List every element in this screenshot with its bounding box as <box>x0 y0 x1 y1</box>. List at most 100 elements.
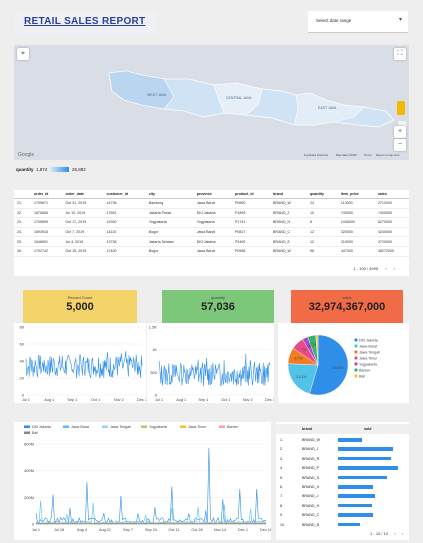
x-tick-label: Nov 2 <box>243 398 253 402</box>
table-cell: 12 <box>307 227 338 238</box>
table-cell: 4240000 <box>374 227 409 238</box>
brand-rank: 4. <box>280 466 283 471</box>
table-row[interactable]: 23. 1705699 Oct 17, 2019 12930 Yogyakarta Yog… <box>14 217 409 228</box>
scorecard-value: 32,974,367,000 <box>308 301 386 313</box>
x-tick-label: Dec 18 <box>260 528 271 532</box>
geo-map[interactable]: WEST JAVA CENTRAL JAVA EAST JAVA Google … <box>14 45 409 160</box>
table-row[interactable]: 25. 1646991 Jul 4, 2019 13738 Jakarta Selata… <box>14 236 409 247</box>
col-sold[interactable]: sold <box>364 427 371 431</box>
table-cell: 13738 <box>103 236 146 247</box>
table-cell: P0958 <box>232 246 270 257</box>
quantity-line-svg: 1.5K 1K 500 0Jul 1 Aug 1 Sep 1 Oct 1 Nov 2 Dec 3 <box>149 325 275 403</box>
chevron-left-icon[interactable]: ‹ <box>385 266 386 271</box>
table-cell: Oct 15, 2019 <box>62 246 104 257</box>
table-cell: 96 <box>307 246 338 257</box>
brand-name: BRAND_P <box>302 466 319 471</box>
table-cell: Jawa Barat <box>193 227 232 238</box>
brand-name: BRAND_H <box>302 485 320 489</box>
col-customer-id[interactable]: customer_id <box>103 190 146 199</box>
table-cell: Oct 7, 2019 <box>62 227 104 238</box>
x-tick-label: Nov 14 <box>214 528 226 532</box>
table-cell: Bandung <box>145 198 194 209</box>
col-province[interactable]: province <box>193 190 232 199</box>
record-count-line-chart[interactable]: 80 60 40 20 0 Jul 1 Aug 1 Sep 1 Oct 1 Nov 2 Dec 3 <box>14 323 147 403</box>
col-sales[interactable]: sales <box>374 190 409 199</box>
col-quantity[interactable]: quantity <box>307 190 338 199</box>
y-tick-label: 0 <box>155 393 158 398</box>
chevron-right-icon[interactable]: › <box>394 266 395 271</box>
x-tick-label: Dec 3 <box>137 398 146 402</box>
table-cell: 12 <box>307 236 338 247</box>
zoom-out-icon[interactable]: − <box>394 139 406 151</box>
y-tick-label: 1K <box>152 347 157 352</box>
table-cell: Jawa Barat <box>193 246 232 257</box>
col-product-id[interactable]: product_id <box>232 190 270 199</box>
pie-slice-label: 54.6% <box>333 366 344 370</box>
map-attribution-shortcuts[interactable]: Keyboard shortcuts <box>304 153 329 157</box>
table-row[interactable]: 10. BRAND_B <box>276 520 409 530</box>
brand-name: BRAND_J <box>302 447 319 452</box>
table-cell: 1694916 <box>30 227 63 238</box>
chevron-right-icon[interactable]: › <box>402 531 403 536</box>
legend-label: Banten <box>359 368 370 372</box>
legend-swatch <box>354 344 358 348</box>
table-cell: Jul 10, 2019 <box>62 208 104 219</box>
col-brand[interactable]: brand <box>302 427 312 431</box>
scorecard-caption: Record Count <box>67 295 93 300</box>
chevron-left-icon[interactable]: ‹ <box>394 531 395 536</box>
brand-name: BRAND_R <box>302 456 320 461</box>
table-cell: 1705699 <box>30 217 63 228</box>
col-brand[interactable]: brand <box>269 190 308 199</box>
y-tick-label: 20 <box>20 376 25 381</box>
sold-bar <box>338 447 394 451</box>
table-cell: 1709671 <box>30 198 63 209</box>
map-color-legend: quantity 1,874 26,882 <box>14 164 114 176</box>
col-item-price[interactable]: item_price <box>337 190 375 199</box>
date-range-label: Select date range <box>316 18 352 23</box>
table-row[interactable]: 24. 1694916 Oct 7, 2019 14110 Bogor Jawa Bara… <box>14 227 409 238</box>
orders-table: order_id order_date customer_id city pro… <box>14 190 409 257</box>
col-city[interactable]: city <box>145 190 194 199</box>
map-attribution-report[interactable]: Report a map error <box>376 153 400 157</box>
x-tick-label: Aug 21 <box>99 528 111 532</box>
series-line <box>25 351 143 379</box>
street-view-icon[interactable] <box>397 101 405 115</box>
pie-slice-label: 7% <box>301 348 307 352</box>
table-cell: P2409 <box>232 236 270 247</box>
brand-name: BRAND_S <box>302 475 319 480</box>
x-tick-label: Dec 1 <box>238 528 248 532</box>
province-pie-chart[interactable]: 54.6% 21.1% 8.7% 7% 3% 7.2% DKI Jakarta Jawa Ba… <box>278 323 409 403</box>
table-row[interactable]: 26. 1702742 Oct 15, 2019 17430 Bogor Jawa Bar… <box>14 246 409 257</box>
map-select-icon[interactable]: ⌖ <box>17 48 29 60</box>
table-cell: DKI Jakarta <box>193 208 232 219</box>
legend-swatch <box>354 356 358 360</box>
brand-name: BRAND_J <box>302 494 319 499</box>
java-map-svg: WEST JAVA CENTRAL JAVA EAST JAVA Google … <box>14 45 409 160</box>
province-pie-svg: 54.6%21.1%8.7%7%3%7.2%DKI JakartaJawa Ba… <box>287 334 380 396</box>
series-line <box>158 353 271 388</box>
table-cell: 1702742 <box>30 246 63 257</box>
brand-rank: 9. <box>280 513 283 518</box>
table-cell: 1670806 <box>30 208 63 219</box>
col-order-date[interactable]: order_date <box>62 190 104 199</box>
col-order-id[interactable]: order_id <box>30 190 63 199</box>
table-cell: 38272000 <box>374 246 409 257</box>
date-range-select[interactable]: Select date range ▾ <box>308 11 408 33</box>
x-tick-label: Jul 1 <box>32 528 40 532</box>
table-cell: 1646991 <box>30 236 63 247</box>
y-tick-label: 0 <box>32 522 35 527</box>
table-cell: Jakarta Selatan <box>145 236 194 247</box>
legend-label: Yogyakarta <box>149 425 167 429</box>
map-attribution-terms[interactable]: Terms <box>364 153 372 157</box>
quantity-line-chart[interactable]: 1.5K 1K 500 0 Jul 1 Aug 1 Sep 1 Oct 1 Nov 2 Dec 3 <box>147 323 275 403</box>
scorecard-caption: quantity <box>210 295 225 300</box>
table-cell: 1045000 <box>337 217 375 228</box>
orders-pager: 1 - 100 / 4995 ‹ › <box>353 266 395 271</box>
table-row[interactable]: 22. 1670806 Jul 10, 2019 17651 Jakarta Pusat… <box>14 208 409 219</box>
table-cell: 3720000 <box>374 236 409 247</box>
zoom-in-icon[interactable]: + <box>394 126 406 138</box>
sales-by-province-area-chart[interactable]: DKI Jakarta Jawa Barat Jawa Tengah Yogyakar… <box>14 422 272 540</box>
fullscreen-icon[interactable]: ⛶ <box>394 48 406 60</box>
brand-rank: 10. <box>280 522 285 527</box>
table-row[interactable]: 21. 1709671 Oct 31, 2019 14738 Bandung Jawa B… <box>14 198 409 209</box>
